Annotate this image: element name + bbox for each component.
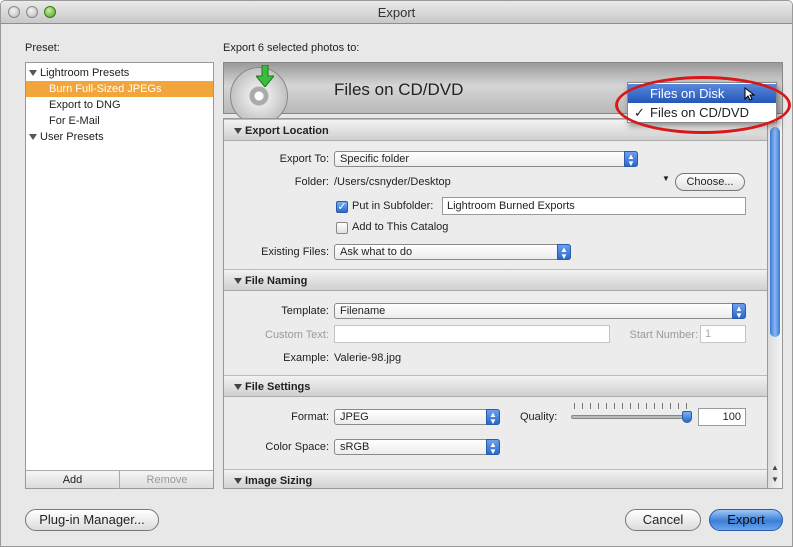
custom-text-field[interactable]	[334, 325, 610, 343]
existing-files-label: Existing Files:	[261, 246, 329, 258]
download-arrow-icon	[256, 65, 274, 87]
plugin-manager-button[interactable]: Plug-in Manager...	[25, 509, 159, 531]
preset-item-email[interactable]: For E-Mail	[26, 113, 213, 129]
add-preset-button[interactable]: Add	[26, 471, 120, 489]
quality-slider-track[interactable]	[571, 415, 691, 419]
scroll-down-arrow-icon[interactable]: ▼	[771, 476, 779, 484]
start-number-label: Start Number:	[629, 329, 698, 341]
color-space-label: Color Space:	[265, 441, 329, 453]
settings-scrollbar[interactable]: ▲ ▼	[768, 118, 783, 489]
quality-slider-knob[interactable]	[682, 411, 692, 423]
disclosure-triangle-icon	[29, 70, 37, 77]
template-label: Template:	[281, 305, 329, 317]
quality-slider-ticks	[574, 403, 689, 409]
disclosure-triangle-icon	[234, 478, 242, 485]
example-filename: Valerie-98.jpg	[334, 352, 402, 364]
custom-text-label: Custom Text:	[265, 329, 329, 341]
folder-path: /Users/csnyder/Desktop	[334, 176, 451, 188]
highlight-oval-annotation	[615, 76, 791, 134]
preset-label: Preset:	[25, 42, 60, 54]
export-to-select[interactable]: Specific folder ▲ ▼	[334, 151, 638, 168]
quality-label: Quality:	[520, 411, 558, 423]
preset-group-user[interactable]: User Presets	[26, 129, 213, 145]
select-arrows-icon: ▲ ▼	[732, 303, 746, 320]
title-bar: Export	[1, 1, 792, 24]
add-to-catalog-checkbox[interactable]	[336, 222, 348, 234]
start-number-field[interactable]: 1	[700, 325, 746, 343]
disclosure-triangle-icon	[234, 384, 242, 391]
minimize-window-button[interactable]	[26, 6, 38, 18]
select-arrows-icon: ▲ ▼	[486, 439, 500, 456]
format-select[interactable]: JPEG ▲ ▼	[334, 409, 500, 426]
existing-files-select[interactable]: Ask what to do ▲ ▼	[334, 244, 571, 261]
export-to-heading: Export 6 selected photos to:	[223, 42, 360, 54]
add-to-catalog-label: Add to This Catalog	[352, 221, 449, 233]
quality-value-field[interactable]: 100	[698, 408, 746, 426]
export-to-label: Export To:	[279, 153, 329, 165]
preset-item-burn-jpegs[interactable]: Burn Full-Sized JPEGs	[26, 81, 213, 97]
disclosure-triangle-icon	[234, 278, 242, 285]
folder-label: Folder:	[294, 176, 329, 188]
select-arrows-icon: ▲ ▼	[486, 409, 500, 426]
zoom-window-button[interactable]	[44, 6, 56, 18]
section-file-naming[interactable]: File Naming	[224, 269, 767, 291]
section-image-sizing[interactable]: Image Sizing	[224, 469, 767, 488]
disclosure-triangle-icon	[29, 134, 37, 141]
format-label: Format:	[291, 411, 329, 423]
remove-preset-button[interactable]: Remove	[120, 471, 214, 489]
preset-group-lightroom[interactable]: Lightroom Presets	[26, 65, 213, 81]
put-in-subfolder-checkbox[interactable]: ✓	[336, 201, 348, 213]
close-window-button[interactable]	[8, 6, 20, 18]
export-dialog: Export Preset: Export 6 selected photos …	[0, 0, 793, 547]
example-label: Example:	[283, 352, 329, 364]
choose-folder-button[interactable]: Choose...	[675, 173, 745, 191]
cancel-button[interactable]: Cancel	[625, 509, 701, 531]
preset-item-export-dng[interactable]: Export to DNG	[26, 97, 213, 113]
scrollbar-thumb[interactable]	[770, 127, 780, 337]
settings-panel: Export Location Export To: Specific fold…	[223, 118, 768, 489]
template-select[interactable]: Filename ▲ ▼	[334, 303, 746, 320]
color-space-select[interactable]: sRGB ▲ ▼	[334, 439, 500, 456]
scroll-up-arrow-icon[interactable]: ▲	[771, 464, 779, 472]
window-title: Export	[377, 5, 416, 20]
destination-title: Files on CD/DVD	[334, 80, 464, 99]
select-arrows-icon: ▲ ▼	[557, 244, 571, 261]
subfolder-label: Put in Subfolder:	[352, 200, 434, 212]
select-arrows-icon: ▲ ▼	[624, 151, 638, 168]
preset-list: Lightroom Presets Burn Full-Sized JPEGs …	[25, 62, 214, 489]
export-button[interactable]: Export	[709, 509, 783, 531]
recent-folders-dropdown-icon[interactable]: ▼	[662, 174, 670, 183]
disclosure-triangle-icon	[234, 128, 242, 135]
subfolder-name-field[interactable]: Lightroom Burned Exports	[442, 197, 746, 215]
preset-footer: Add Remove	[26, 470, 214, 489]
section-file-settings[interactable]: File Settings	[224, 375, 767, 397]
